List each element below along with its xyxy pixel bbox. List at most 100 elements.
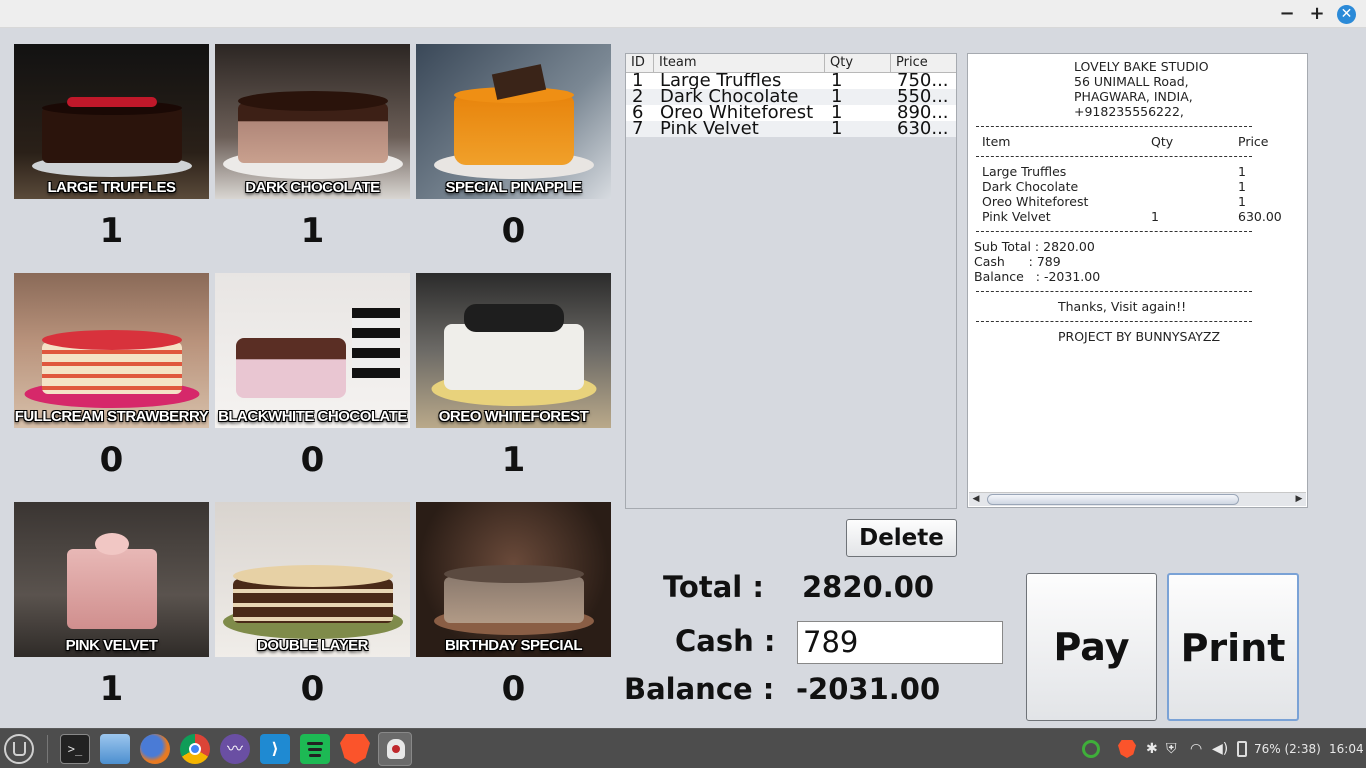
product-image[interactable]: BLACKWHITE CHOCOLATE xyxy=(215,273,410,428)
mustache-app-icon[interactable]: 〰 xyxy=(220,734,250,764)
scrollbar-thumb[interactable] xyxy=(987,494,1239,505)
spotify-icon[interactable] xyxy=(300,734,330,764)
vscode-icon[interactable]: ⟩ xyxy=(260,734,290,764)
receipt-col-item: Item xyxy=(982,134,1011,149)
cell-price: 550... xyxy=(897,89,949,105)
brave-icon[interactable] xyxy=(340,734,370,764)
header-item[interactable]: Iteam xyxy=(654,54,825,72)
cell-item: Pink Velvet xyxy=(660,121,759,137)
shield-icon[interactable]: ⛨ xyxy=(1166,729,1177,768)
receipt-divider xyxy=(976,231,1252,232)
balance-label: Balance : xyxy=(624,672,775,706)
product-image[interactable]: BIRTHDAY SPECIAL xyxy=(416,502,611,657)
product-caption: BLACKWHITE CHOCOLATE xyxy=(218,408,407,425)
maximize-button[interactable]: + xyxy=(1307,4,1327,24)
product-caption: FULLCREAM STRAWBERRY xyxy=(14,408,209,425)
product-image[interactable]: OREO WHITEFOREST xyxy=(416,273,611,428)
total-label: Total : xyxy=(663,570,764,604)
clock[interactable]: 16:04 xyxy=(1329,729,1364,768)
table-row[interactable]: 1 Large Truffles 1 750... xyxy=(626,73,956,89)
product-qty: 0 xyxy=(501,211,526,251)
product-qty: 0 xyxy=(501,669,526,709)
header-qty[interactable]: Qty xyxy=(825,54,891,72)
table-row[interactable]: 2 Dark Chocolate 1 550... xyxy=(626,89,956,105)
product-card-double-layer[interactable]: DOUBLE LAYER 0 xyxy=(215,502,410,709)
window-titlebar: − + ✕ xyxy=(0,0,1366,28)
product-caption: BIRTHDAY SPECIAL xyxy=(444,637,583,654)
battery-status[interactable]: 76% (2:38) xyxy=(1254,729,1321,768)
product-qty: 0 xyxy=(300,669,325,709)
wifi-icon[interactable]: ◠ xyxy=(1190,729,1202,768)
pay-button[interactable]: Pay xyxy=(1026,573,1157,721)
bluetooth-icon[interactable]: ✱ xyxy=(1146,729,1158,768)
receipt-horizontal-scrollbar[interactable]: ◀ ▶ xyxy=(969,492,1306,506)
cell-price: 750... xyxy=(897,73,949,89)
cell-id: 7 xyxy=(632,121,644,137)
product-qty: 0 xyxy=(99,440,124,480)
product-card-fullcream-strawberry[interactable]: FULLCREAM STRAWBERRY 0 xyxy=(14,273,209,480)
product-card-oreo-whiteforest[interactable]: OREO WHITEFOREST 1 xyxy=(416,273,611,480)
chrome-icon[interactable] xyxy=(180,734,210,764)
product-caption: SPECIAL PINAPPLE xyxy=(445,179,582,196)
volume-icon[interactable]: ◀) xyxy=(1212,729,1228,768)
receipt-divider xyxy=(976,126,1252,127)
scroll-left-icon[interactable]: ◀ xyxy=(969,493,983,506)
battery-icon[interactable] xyxy=(1237,741,1247,757)
header-id[interactable]: ID xyxy=(626,54,654,72)
receipt-col-price: Price xyxy=(1238,134,1269,149)
product-card-dark-chocolate[interactable]: DARK CHOCOLATE 1 xyxy=(215,44,410,251)
receipt-phone: +918235556222, xyxy=(1074,104,1184,119)
product-image[interactable]: PINK VELVET xyxy=(14,502,209,657)
scroll-right-icon[interactable]: ▶ xyxy=(1292,493,1306,506)
table-body: 1 Large Truffles 1 750... 2 Dark Chocolate 1 55… xyxy=(626,73,956,137)
brave-tray-icon[interactable] xyxy=(1118,740,1136,758)
receipt-divider xyxy=(976,321,1252,322)
cash-label: Cash : xyxy=(675,624,776,658)
close-button[interactable]: ✕ xyxy=(1337,5,1356,24)
cell-price: 630... xyxy=(897,121,949,137)
print-button[interactable]: Print xyxy=(1167,573,1299,721)
product-image[interactable]: SPECIAL PINAPPLE xyxy=(416,44,611,199)
product-card-special-pinapple[interactable]: SPECIAL PINAPPLE 0 xyxy=(416,44,611,251)
table-row[interactable]: 7 Pink Velvet 1 630... xyxy=(626,121,956,137)
java-icon[interactable] xyxy=(378,732,412,766)
receipt-credit: PROJECT BY BUNNYSAYZZ xyxy=(1058,329,1221,344)
product-image[interactable]: LARGE TRUFFLES xyxy=(14,44,209,199)
cell-item: Oreo Whiteforest xyxy=(660,105,814,121)
update-manager-icon[interactable] xyxy=(1082,740,1100,758)
receipt-item-item: Oreo Whiteforest xyxy=(982,194,1089,209)
receipt-item-price: 1 xyxy=(1238,194,1246,209)
receipt-col-qty: Qty xyxy=(1151,134,1174,149)
cell-id: 1 xyxy=(632,73,644,89)
receipt-panel: LOVELY BAKE STUDIO 56 UNIMALL Road, PHAG… xyxy=(967,53,1308,508)
product-image[interactable]: FULLCREAM STRAWBERRY xyxy=(14,273,209,428)
table-row[interactable]: 6 Oreo Whiteforest 1 890... xyxy=(626,105,956,121)
product-qty: 1 xyxy=(99,211,124,251)
product-image[interactable]: DOUBLE LAYER xyxy=(215,502,410,657)
cash-input[interactable]: 789 xyxy=(797,621,1003,664)
product-card-blackwhite-chocolate[interactable]: BLACKWHITE CHOCOLATE 0 xyxy=(215,273,410,480)
cell-id: 2 xyxy=(632,89,644,105)
table-header: ID Iteam Qty Price xyxy=(626,54,956,73)
taskbar: >_ 〰 ⟩ ✱ ⛨ ◠ ◀) 76% (2:38) 16:04 xyxy=(0,728,1366,768)
receipt-address-1: 56 UNIMALL Road, xyxy=(1074,74,1189,89)
product-caption: DARK CHOCOLATE xyxy=(245,179,380,196)
order-table[interactable]: ID Iteam Qty Price 1 Large Truffles 1 750..… xyxy=(625,53,957,509)
receipt-item-item: Large Truffles xyxy=(982,164,1067,179)
product-caption: OREO WHITEFOREST xyxy=(438,408,589,425)
menu-icon[interactable] xyxy=(4,734,34,764)
product-image[interactable]: DARK CHOCOLATE xyxy=(215,44,410,199)
header-price[interactable]: Price xyxy=(891,54,956,72)
receipt-item-item: Pink Velvet xyxy=(982,209,1051,224)
cell-item: Large Truffles xyxy=(660,73,782,89)
product-card-large-truffles[interactable]: LARGE TRUFFLES 1 xyxy=(14,44,209,251)
total-value: 2820.00 xyxy=(802,570,935,604)
product-card-birthday-special[interactable]: BIRTHDAY SPECIAL 0 xyxy=(416,502,611,709)
firefox-icon[interactable] xyxy=(140,734,170,764)
receipt-address-2: PHAGWARA, INDIA, xyxy=(1074,89,1193,104)
terminal-icon[interactable]: >_ xyxy=(60,734,90,764)
files-icon[interactable] xyxy=(100,734,130,764)
product-card-pink-velvet[interactable]: PINK VELVET 1 xyxy=(14,502,209,709)
minimize-button[interactable]: − xyxy=(1277,4,1297,24)
delete-button[interactable]: Delete xyxy=(846,519,957,557)
